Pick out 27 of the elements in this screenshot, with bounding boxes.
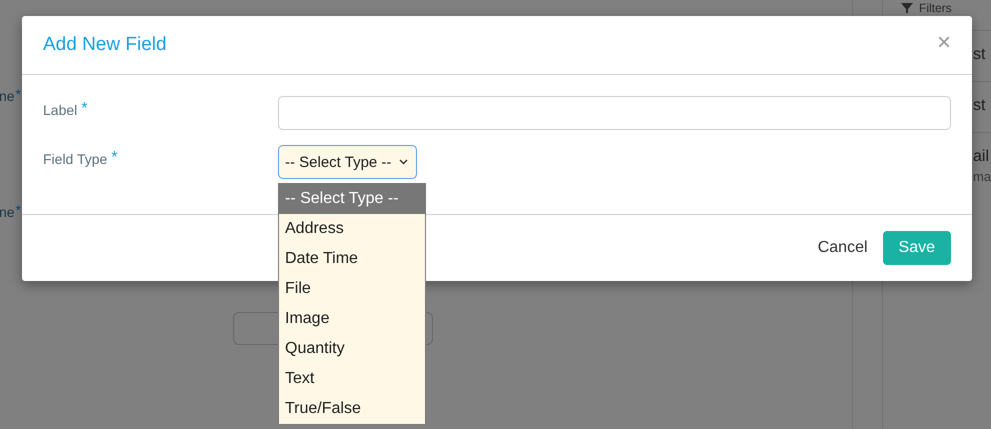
label-input[interactable] [278, 96, 951, 130]
required-mark: * [16, 202, 21, 218]
required-mark: * [81, 102, 88, 116]
chevron-down-icon [399, 159, 408, 165]
list-item-text: st [973, 96, 986, 116]
required-mark: * [16, 86, 21, 102]
type-select[interactable]: -- Select Type -- [278, 145, 418, 179]
dialog-title: Add New Field [43, 34, 167, 56]
dropdown-option[interactable]: File [279, 274, 425, 304]
form-label: ne [0, 87, 15, 106]
form-label: ne [0, 203, 15, 222]
dropdown-option[interactable]: Address [279, 214, 425, 244]
dropdown-option[interactable]: Image [279, 304, 425, 334]
dropdown-option[interactable]: -- Select Type -- [279, 184, 425, 214]
filter-icon [901, 3, 913, 13]
list-item-text: st [973, 45, 986, 65]
list-item-text: ail [973, 147, 990, 167]
cancel-button[interactable]: Cancel [818, 239, 868, 257]
list-item-subtext: ma [973, 169, 991, 184]
dropdown-option[interactable]: Text [279, 364, 425, 394]
dropdown-option[interactable]: True/False [279, 394, 425, 424]
required-mark: * [111, 151, 118, 165]
field-label: Label [43, 102, 78, 118]
dropdown-option[interactable]: Date Time [279, 244, 425, 274]
filters-label[interactable]: Filters [919, 1, 952, 15]
field-label: Field Type [43, 151, 108, 167]
dropdown-option[interactable]: Quantity [279, 334, 425, 364]
